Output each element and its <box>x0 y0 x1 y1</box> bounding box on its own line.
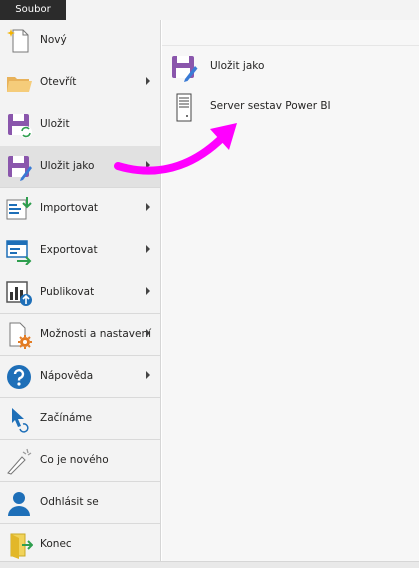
menu-item-save-as[interactable]: Uložit jako <box>0 146 160 188</box>
export-icon <box>6 240 32 265</box>
menu-item-new[interactable]: Nový <box>0 20 160 62</box>
file-menu: Nový Otevřít Uložit Uložit jako Importov… <box>0 20 161 561</box>
menu-item-exit[interactable]: Konec <box>0 524 160 566</box>
report-server-option[interactable]: Server sestav Power BI <box>162 88 419 126</box>
server-icon <box>176 93 192 122</box>
menu-label: Možnosti a nastavení <box>40 328 152 340</box>
chevron-right-icon <box>146 329 150 337</box>
menu-label: Nový <box>40 34 67 46</box>
publish-icon <box>6 281 32 306</box>
menu-item-sign-out[interactable]: Odhlásit se <box>0 482 160 524</box>
save-as-option[interactable]: Uložit jako <box>162 48 419 86</box>
menu-item-open[interactable]: Otevřít <box>0 62 160 104</box>
menu-label: Exportovat <box>40 244 98 256</box>
menu-item-help[interactable]: Nápověda <box>0 356 160 398</box>
help-icon <box>7 365 31 389</box>
whats-new-icon <box>7 448 32 475</box>
menu-item-import[interactable]: Importovat <box>0 188 160 230</box>
file-tab[interactable]: Soubor <box>0 0 66 20</box>
save-as-icon <box>8 156 32 181</box>
menu-item-getting-started[interactable]: Začínáme <box>0 398 160 440</box>
import-icon <box>6 197 32 220</box>
menu-label: Uložit jako <box>40 160 95 172</box>
chevron-right-icon <box>146 287 150 295</box>
option-label: Server sestav Power BI <box>210 100 331 112</box>
menu-item-whats-new[interactable]: Co je nového <box>0 440 160 482</box>
chevron-right-icon <box>146 245 150 253</box>
save-as-icon <box>172 56 198 82</box>
menu-item-export[interactable]: Exportovat <box>0 230 160 272</box>
menu-label: Odhlásit se <box>40 496 99 508</box>
menu-item-save[interactable]: Uložit <box>0 104 160 146</box>
getting-started-icon <box>12 408 29 433</box>
menu-label: Publikovat <box>40 286 95 298</box>
user-icon <box>8 492 30 516</box>
menu-label: Konec <box>40 538 72 550</box>
chevron-right-icon <box>146 161 150 169</box>
save-icon <box>8 114 32 138</box>
folder-icon <box>7 77 32 92</box>
status-bar <box>0 561 419 568</box>
menu-label: Co je nového <box>40 454 109 466</box>
options-gear-icon <box>9 322 32 349</box>
menu-label: Nápověda <box>40 370 94 382</box>
exit-icon <box>10 533 33 559</box>
chevron-right-icon <box>146 371 150 379</box>
menu-label: Začínáme <box>40 412 93 424</box>
menu-label: Otevřít <box>40 76 77 88</box>
menu-label: Importovat <box>40 202 99 214</box>
new-file-icon <box>7 29 29 53</box>
option-label: Uložit jako <box>210 60 265 72</box>
menu-label: Uložit <box>40 118 70 130</box>
save-as-panel: Uložit jako Server sestav Power BI <box>162 20 419 561</box>
menu-item-options[interactable]: Možnosti a nastavení <box>0 314 160 356</box>
chevron-right-icon <box>146 77 150 85</box>
menu-item-publish[interactable]: Publikovat <box>0 272 160 314</box>
panel-header <box>162 20 419 46</box>
chevron-right-icon <box>146 203 150 211</box>
title-bar: Soubor <box>0 0 419 20</box>
